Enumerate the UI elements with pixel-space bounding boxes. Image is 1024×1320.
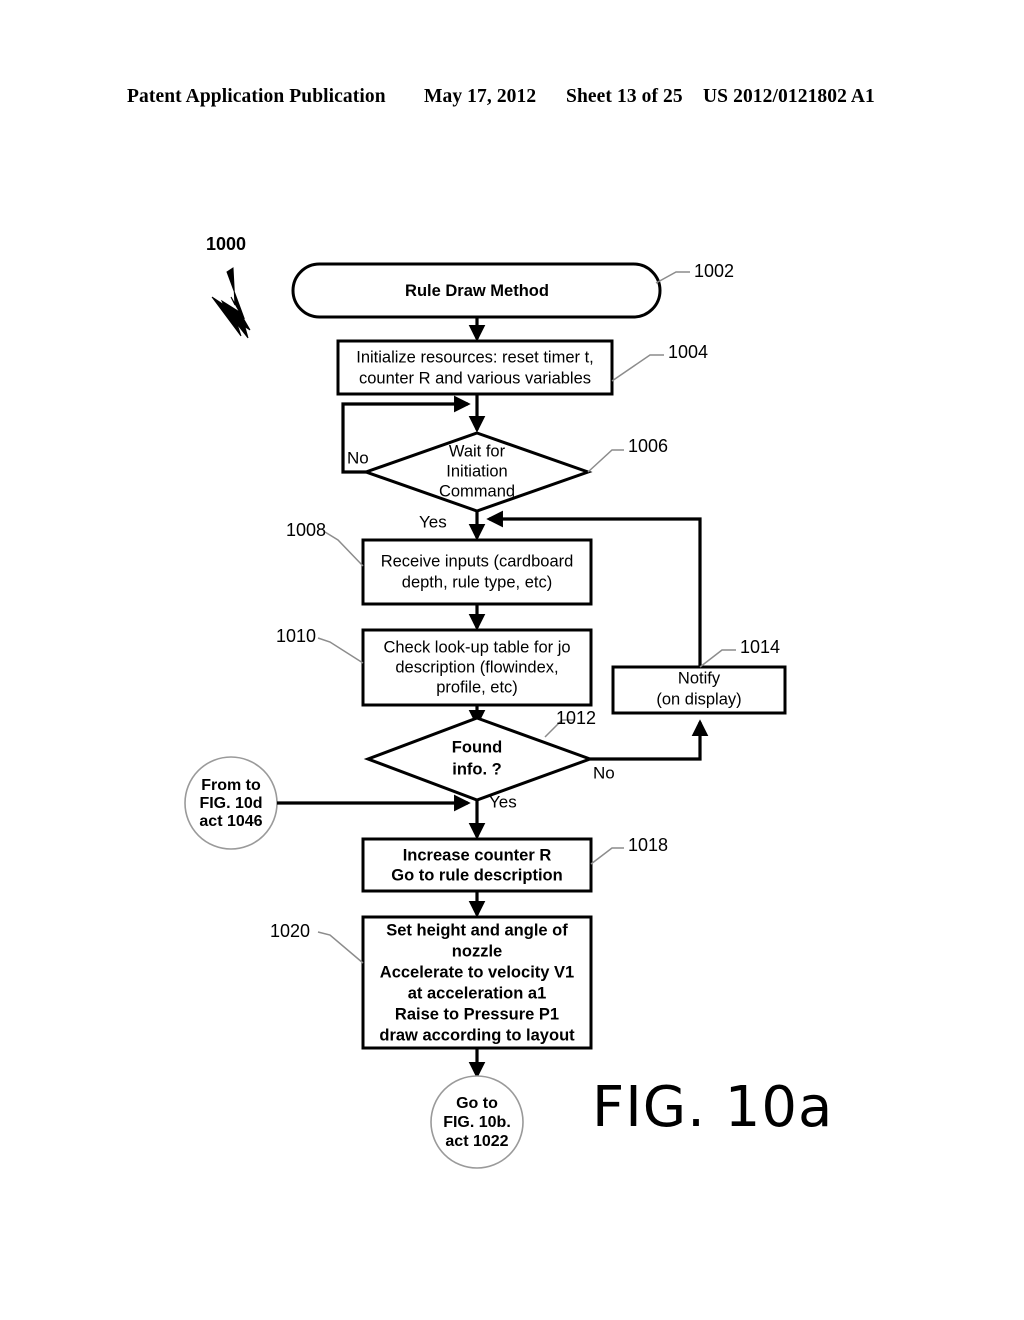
ref-label-1002: 1002 <box>694 261 734 281</box>
connector-from-line2: FIG. 10d <box>199 795 262 812</box>
node-wait-line2: Initiation <box>446 462 507 480</box>
node-setnozzle-line1: Set height and angle of <box>386 921 568 939</box>
connector-goto-line1: Go to <box>456 1095 498 1112</box>
connector-goto-line3: act 1022 <box>445 1133 508 1150</box>
node-setnozzle-line4: at acceleration a1 <box>408 984 547 1002</box>
node-found-line1: Found <box>452 738 502 756</box>
leader-1014 <box>699 649 736 668</box>
branch-label-wait-no: No <box>347 448 369 467</box>
ref-label-1014: 1014 <box>740 637 780 657</box>
connector-from-line3: act 1046 <box>199 813 262 830</box>
node-initialize-line1: Initialize resources: reset timer t, <box>356 348 594 366</box>
node-receive-shape <box>361 538 593 606</box>
figure-ref-1000: 1000 <box>206 234 246 254</box>
leader-1010 <box>317 637 364 664</box>
node-lookup-line1: Check look-up table for jo <box>383 638 570 656</box>
leader-1020 <box>317 931 364 964</box>
flow-found-no-to-notify <box>590 719 709 761</box>
leader-1002 <box>655 271 690 284</box>
node-increase-line2: Go to rule description <box>391 866 562 884</box>
node-receive-line1: Receive inputs (cardboard <box>381 552 574 570</box>
node-found-line2: info. ? <box>452 760 501 778</box>
node-wait-line3: Command <box>439 482 515 500</box>
connector-goto-line2: FIG. 10b. <box>443 1114 511 1131</box>
ref-label-1008: 1008 <box>286 520 326 540</box>
leader-1008 <box>324 531 364 567</box>
node-wait-line1: Wait for <box>449 442 506 460</box>
node-lookup-line3: profile, etc) <box>436 678 518 696</box>
node-notify-line1: Notify <box>678 669 721 687</box>
leader-1018 <box>590 847 624 865</box>
patent-page: Patent Application Publication May 17, 2… <box>0 0 1024 1320</box>
branch-label-found-no: No <box>593 763 615 782</box>
ref-label-1018: 1018 <box>628 835 668 855</box>
node-setnozzle-line6: draw according to layout <box>379 1026 575 1044</box>
ref-label-1020: 1020 <box>270 921 310 941</box>
node-increase-line1: Increase counter R <box>403 846 552 864</box>
ref-label-1012: 1012 <box>556 708 596 728</box>
node-found-shape <box>363 716 595 802</box>
flowchart-figure: 1000 Rule Draw Method 1002 Initialize re… <box>184 234 787 1169</box>
node-notify-line2: (on display) <box>656 690 741 708</box>
node-lookup-line2: description (flowindex, <box>395 658 558 676</box>
ref-label-1006: 1006 <box>628 436 668 456</box>
node-start-label: Rule Draw Method <box>405 282 549 300</box>
branch-label-found-yes: Yes <box>489 792 517 811</box>
connector-from-line1: From to <box>201 777 261 794</box>
node-setnozzle-line5: Raise to Pressure P1 <box>395 1005 559 1023</box>
node-receive-line2: depth, rule type, etc) <box>402 573 552 591</box>
figure-label: FIG. 10a <box>592 1075 834 1140</box>
node-initialize-line2: counter R and various variables <box>359 369 591 387</box>
ref-label-1010: 1010 <box>276 626 316 646</box>
leader-1004 <box>611 354 664 382</box>
branch-label-wait-yes: Yes <box>419 512 447 531</box>
ref-label-1004: 1004 <box>668 342 708 362</box>
node-setnozzle-line2: nozzle <box>452 942 502 960</box>
leader-1006 <box>587 449 624 473</box>
node-setnozzle-line3: Accelerate to velocity V1 <box>380 963 574 981</box>
